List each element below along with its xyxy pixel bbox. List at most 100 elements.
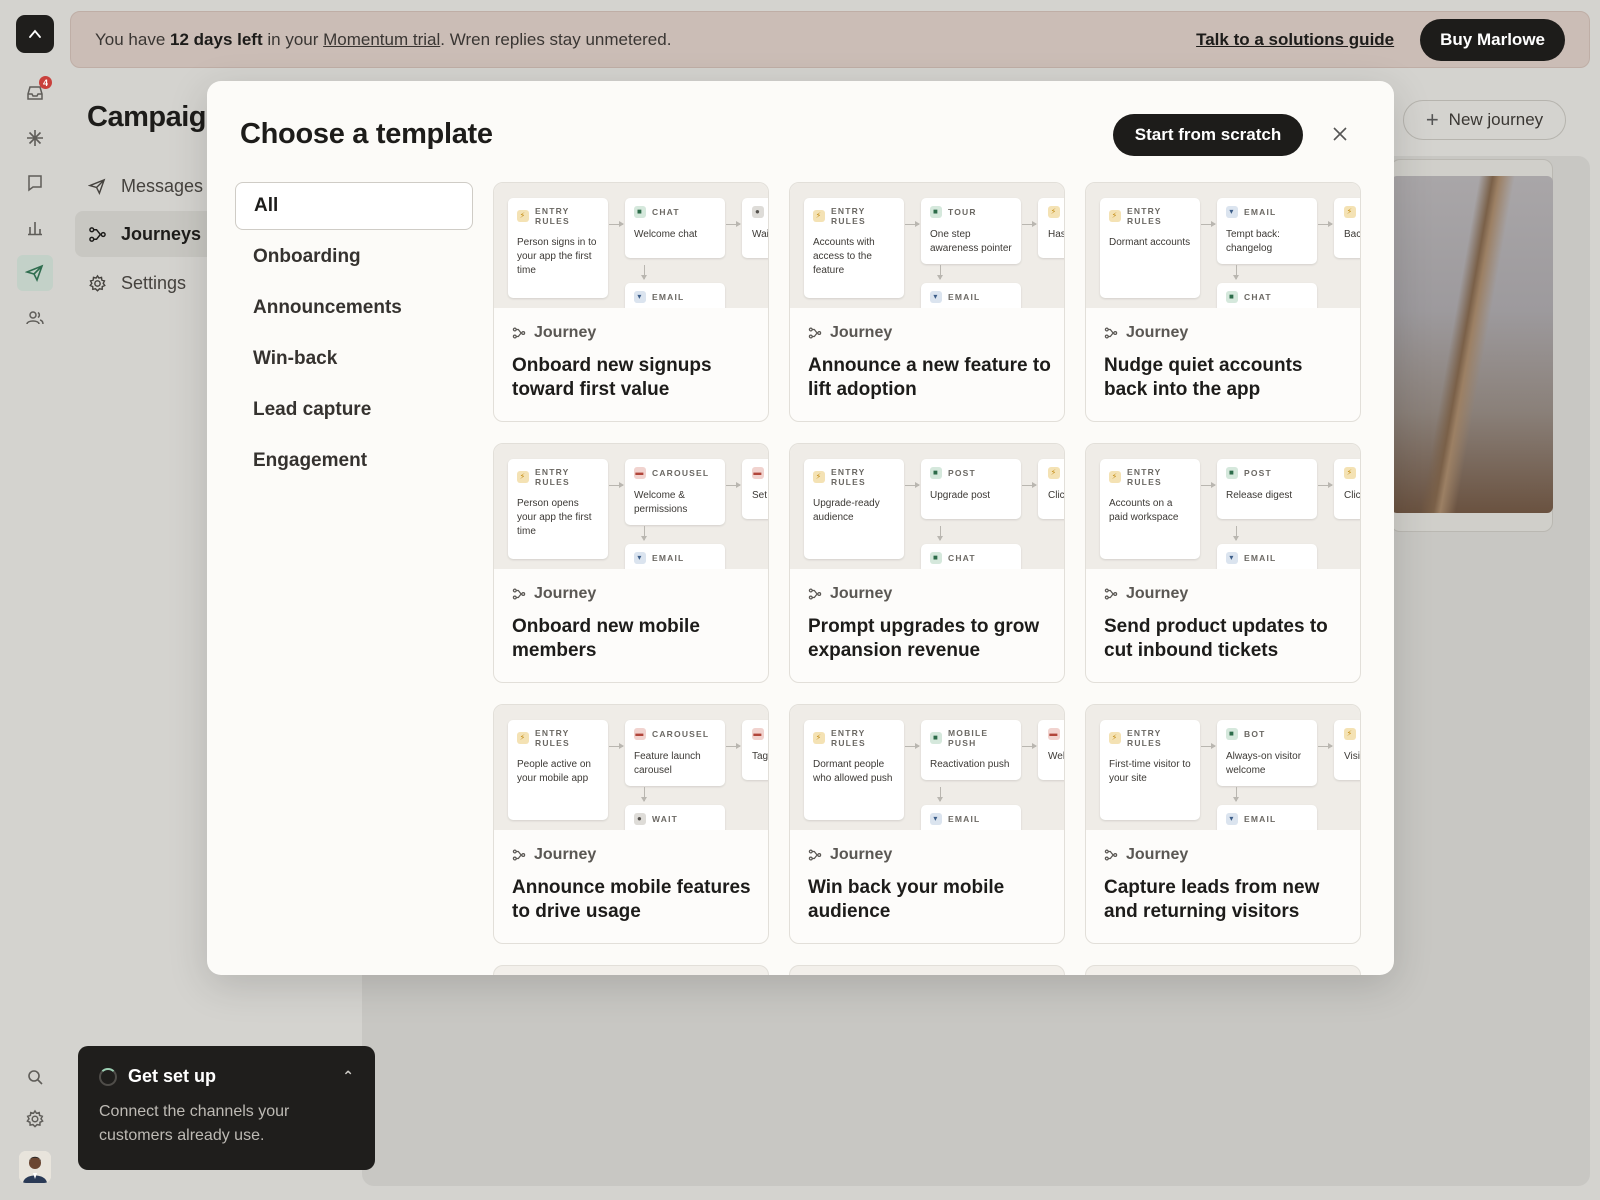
setup-title: Get set up xyxy=(128,1066,217,1086)
get-set-up-panel[interactable]: Get set up ⌃ Connect the channels your c… xyxy=(78,1046,375,1170)
nav-label: Journeys xyxy=(121,223,202,244)
step-node: ■ CHAT Welcome chat xyxy=(625,198,725,258)
category-lead-capture[interactable]: Lead capture xyxy=(235,386,473,434)
branch-node: ■ CHAT xyxy=(921,544,1021,569)
step-node: ■ POST Upgrade post xyxy=(921,459,1021,519)
entry-rules-node: ⚡ ENTRY RULES Person opens your app the fi… xyxy=(508,459,608,559)
kind-label: Journey xyxy=(1126,846,1189,863)
category-announcements[interactable]: Announcements xyxy=(235,284,473,332)
template-card[interactable] xyxy=(1085,965,1361,975)
template-card[interactable]: ⚡ ENTRY RULES Accounts with access to the … xyxy=(789,182,1065,422)
node-text: Dormant people who allowed push xyxy=(813,759,893,784)
node-text: Always-on visitor welcome xyxy=(1226,751,1302,776)
template-card[interactable] xyxy=(493,965,769,975)
close-icon[interactable] xyxy=(1327,121,1353,147)
nav-messages[interactable]: Messages xyxy=(75,163,215,209)
banner-prefix: You have xyxy=(95,29,166,49)
node-label: CHAT xyxy=(948,553,976,563)
branch-node: ▾ EMAIL xyxy=(625,283,725,308)
template-card[interactable]: ⚡ ENTRY RULES Accounts on a paid workspace… xyxy=(1085,443,1361,683)
node-text: Upgrade post xyxy=(930,490,991,501)
lightning-icon: ⚡ xyxy=(813,210,825,222)
branch-icon: ■ xyxy=(930,552,942,564)
branch-icon: ▾ xyxy=(1226,552,1238,564)
banner-suffix: . Wren replies stay unmetered. xyxy=(440,29,672,49)
node-text: Visi xyxy=(1344,751,1360,762)
branch-icon: ■ xyxy=(1226,291,1238,303)
campaigns-icon[interactable] xyxy=(17,255,53,291)
node-label: ENTRY RULES xyxy=(1127,206,1162,226)
branch-icon: ▾ xyxy=(1226,813,1238,825)
branch-node: ▾ EMAIL xyxy=(1217,805,1317,830)
journey-preview: ⚡ ENTRY RULES Accounts on a paid workspace… xyxy=(1086,444,1360,569)
template-card[interactable]: ⚡ ENTRY RULES Person signs in to your app … xyxy=(493,182,769,422)
flow-arrow xyxy=(641,787,647,802)
solutions-guide-link[interactable]: Talk to a solutions guide xyxy=(1196,30,1394,50)
gear-icon xyxy=(89,274,106,292)
template-card[interactable]: ⚡ ENTRY RULES Dormant accounts ▾ EMAIL Tempt … xyxy=(1085,182,1361,422)
logo-icon[interactable] xyxy=(16,15,54,53)
branch-node: ▾ EMAIL xyxy=(625,544,725,569)
template-title: Prompt upgrades to grow expansion revenu… xyxy=(808,616,1040,661)
modal-title: Choose a template xyxy=(240,118,493,150)
template-kind: Journey xyxy=(808,585,892,603)
template-title: Nudge quiet accounts back into the app xyxy=(1104,355,1303,400)
step-node: ■ POST Release digest xyxy=(1217,459,1317,519)
flow-arrow xyxy=(905,482,920,488)
node-label: POST xyxy=(948,468,976,478)
node-label: CAROUSEL xyxy=(652,729,710,739)
node-label: ENTRY RULES xyxy=(1127,467,1162,487)
template-card[interactable]: ⚡ ENTRY RULES Person opens your app the fi… xyxy=(493,443,769,683)
node-text: People active on your mobile app xyxy=(517,759,591,784)
flow-arrow xyxy=(905,743,920,749)
node-text: One step awareness pointer xyxy=(930,229,1012,254)
search-icon[interactable] xyxy=(21,1063,49,1091)
gear-icon[interactable] xyxy=(21,1105,49,1133)
start-from-scratch-button[interactable]: Start from scratch xyxy=(1113,114,1303,156)
step-icon: ■ xyxy=(1226,728,1238,740)
progress-spinner-icon xyxy=(99,1067,117,1086)
node-text: Welcome chat xyxy=(634,229,698,240)
nav-settings[interactable]: Settings xyxy=(75,260,215,306)
chat-icon[interactable] xyxy=(21,169,49,197)
template-card[interactable]: ⚡ ENTRY RULES People active on your mobile… xyxy=(493,704,769,944)
journey-icon xyxy=(512,588,526,600)
journey-icon xyxy=(808,327,822,339)
inbox-icon[interactable]: 4 xyxy=(21,76,52,107)
sparkle-icon[interactable] xyxy=(21,124,49,152)
flow-arrow xyxy=(726,743,741,749)
entry-rules-node: ⚡ ENTRY RULES People active on your mobile… xyxy=(508,720,608,820)
flow-arrow xyxy=(1022,482,1037,488)
node-text: Accounts with access to the feature xyxy=(813,237,875,276)
kind-label: Journey xyxy=(534,324,597,341)
template-kind: Journey xyxy=(1104,324,1188,342)
node-text: Has xyxy=(1048,229,1064,240)
node-text: Tempt back: changelog xyxy=(1226,229,1280,254)
template-card[interactable] xyxy=(789,965,1065,975)
flow-arrow xyxy=(609,482,624,488)
people-icon[interactable] xyxy=(21,304,49,332)
category-all[interactable]: All xyxy=(235,182,473,230)
node-label: MOBILE PUSH xyxy=(948,728,989,748)
trial-link[interactable]: Momentum trial xyxy=(323,30,440,50)
template-kind: Journey xyxy=(1104,585,1188,603)
nav-journeys[interactable]: Journeys xyxy=(75,211,215,257)
template-card[interactable]: ⚡ ENTRY RULES First-time visitor to your s… xyxy=(1085,704,1361,944)
template-card[interactable]: ⚡ ENTRY RULES Upgrade-ready audience ■ POST U… xyxy=(789,443,1065,683)
node-text: Set xyxy=(752,490,768,501)
chevron-up-icon[interactable]: ⌃ xyxy=(342,1068,354,1085)
category-onboarding[interactable]: Onboarding xyxy=(235,233,473,281)
flow-arrow xyxy=(1318,221,1333,227)
inbox-badge: 4 xyxy=(39,76,52,89)
buy-button[interactable]: Buy Marlowe xyxy=(1420,18,1565,61)
template-card[interactable]: ⚡ ENTRY RULES Dormant people who allowed p… xyxy=(789,704,1065,944)
category-win-back[interactable]: Win-back xyxy=(235,335,473,383)
step-icon: ■ xyxy=(634,206,646,218)
new-journey-button[interactable]: + New journey xyxy=(1403,100,1566,140)
lightning-icon: ⚡ xyxy=(1109,210,1121,222)
category-engagement[interactable]: Engagement xyxy=(235,437,473,485)
node-text: Reactivation push xyxy=(930,759,1010,770)
avatar[interactable] xyxy=(19,1151,51,1183)
step-icon: ■ xyxy=(1226,467,1238,479)
reports-icon[interactable] xyxy=(21,214,49,242)
